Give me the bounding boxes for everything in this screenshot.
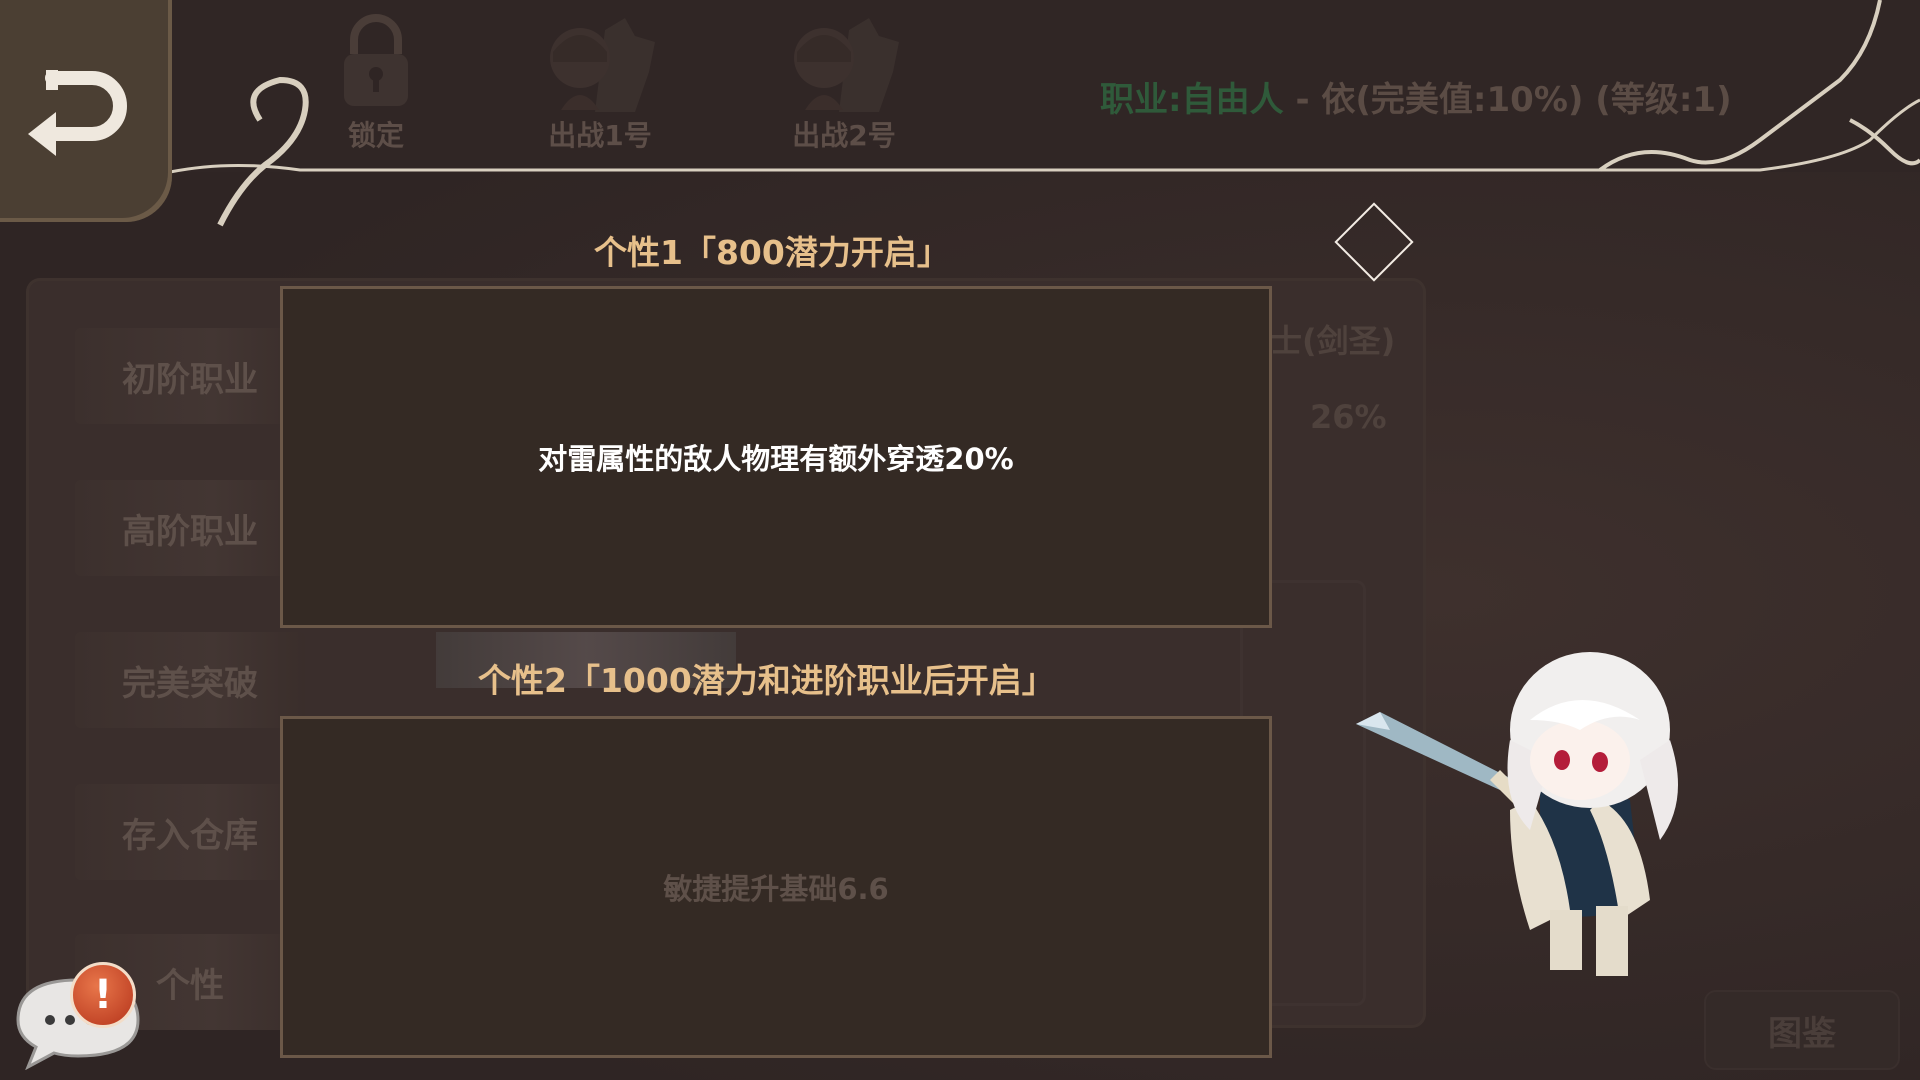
trait-2-description: 敏捷提升基础6.6 <box>663 872 889 906</box>
menu-store-warehouse[interactable]: 存入仓库 <box>75 784 305 880</box>
menu-perfect-breakthrough[interactable]: 完美突破 <box>75 632 305 728</box>
diamond-close-icon[interactable] <box>1334 202 1414 282</box>
alert-badge[interactable]: ! <box>70 962 136 1028</box>
return-arrow-icon <box>28 70 127 156</box>
tab-battle-1[interactable]: 出战1号 <box>530 10 670 160</box>
trait-1-box: 对雷属性的敌人物理有额外穿透20% <box>280 286 1272 628</box>
codex-button[interactable]: 图鉴 <box>1704 990 1900 1070</box>
character-portrait-icon <box>794 18 899 112</box>
lock-icon <box>344 14 408 106</box>
job-info: 职业:自由人 - 依(完美值:10%) (等级:1) <box>1100 72 1732 121</box>
tab-battle-1-label: 出战1号 <box>548 119 652 152</box>
trait-2-box: 敏捷提升基础6.6 <box>280 716 1272 1058</box>
trait-2-title: 个性2「1000潜力和进阶职业后开启」 <box>478 661 1055 700</box>
trait-1-description: 对雷属性的敌人物理有额外穿透20% <box>538 442 1014 476</box>
tab-battle-2[interactable]: 出战2号 <box>774 10 914 160</box>
game-screen: 锁定 出战1号 出战2号 职业:自由人 - 依(完美值:10%) (等级:1) <box>0 0 1920 1080</box>
job-detail: - 依(完美值:10%) (等级:1) <box>1283 80 1732 120</box>
menu-basic-class[interactable]: 初阶职业 <box>75 328 305 424</box>
character-portrait-icon <box>550 18 655 112</box>
back-button[interactable] <box>0 0 172 222</box>
tab-battle-2-label: 出战2号 <box>792 119 896 152</box>
job-class: 职业:自由人 <box>1100 80 1284 120</box>
bg-class-name: 士(剑圣) <box>1270 322 1396 360</box>
menu-advanced-class[interactable]: 高阶职业 <box>75 480 305 576</box>
tab-lock[interactable]: 锁定 <box>306 10 446 160</box>
character-sprite <box>1356 652 1678 976</box>
tab-lock-label: 锁定 <box>347 119 404 152</box>
trait-1-title: 个性1「800潜力开启」 <box>594 233 950 272</box>
bg-percent: 26% <box>1310 398 1387 436</box>
